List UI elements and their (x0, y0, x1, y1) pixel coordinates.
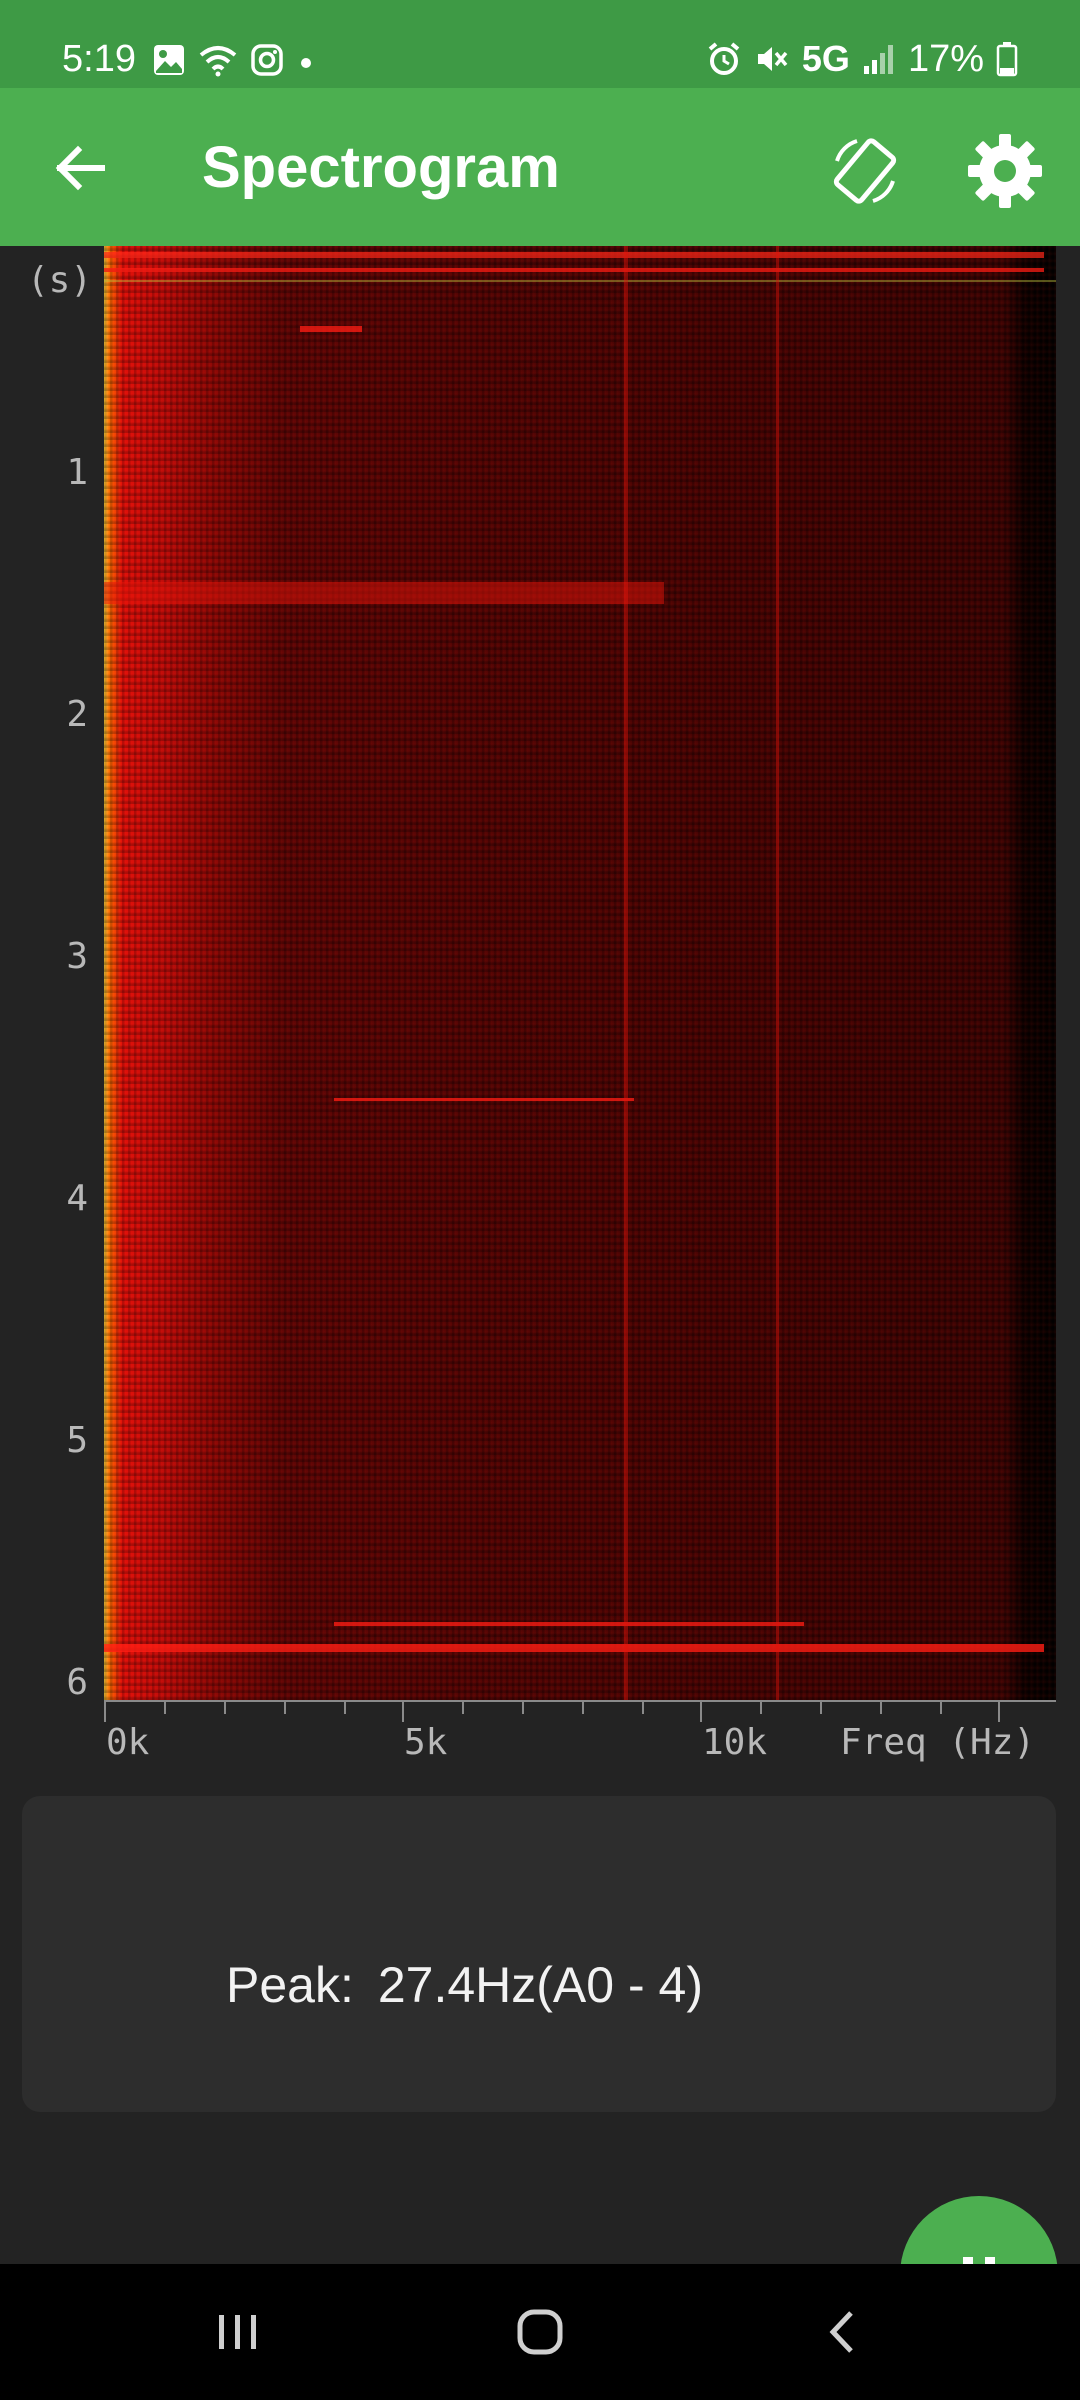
wifi-icon (199, 46, 237, 77)
peak-label: Peak: (226, 1957, 354, 2013)
battery-percent: 17% (907, 38, 984, 80)
freq-tick (998, 1700, 1000, 1722)
freq-tick (284, 1700, 286, 1714)
freq-tick (642, 1700, 644, 1714)
gallery-icon (154, 45, 184, 75)
spectral-band (104, 1644, 1044, 1652)
time-label-4: 4 (66, 1178, 88, 1219)
freq-tick (522, 1700, 524, 1714)
back-arrow-icon (55, 145, 105, 191)
spectrogram-view[interactable] (104, 246, 1056, 1700)
status-right: 5G 17% (706, 34, 1018, 84)
home-button[interactable] (490, 2292, 590, 2372)
spectral-band (300, 326, 362, 332)
time-label-3: 3 (66, 936, 88, 977)
cursor-line (104, 280, 1056, 282)
screen-rotate-icon (833, 138, 897, 204)
system-nav-bar (0, 2264, 1080, 2400)
recents-icon (219, 2315, 256, 2349)
page-title: Spectrogram (202, 135, 560, 200)
freq-tick (104, 1700, 106, 1722)
frequency-axis-line (104, 1700, 1056, 1702)
alarm-icon (708, 42, 740, 75)
freq-axis-label: Freq (Hz) (840, 1722, 1036, 1763)
spectral-band (104, 582, 664, 604)
time-label-2: 2 (66, 694, 88, 735)
peak-readout: Peak: 27.4Hz(A0 - 4) (226, 1956, 703, 2014)
time-label-6: 6 (66, 1662, 88, 1703)
freq-tick (820, 1700, 822, 1714)
frequency-axis: 0k 5k 10k Freq (Hz) (104, 1700, 1056, 1780)
freq-tick (224, 1700, 226, 1714)
time-label-5: 5 (66, 1420, 88, 1461)
freq-label-5k: 5k (404, 1722, 448, 1763)
status-bar: 5:19 5G 17% (0, 0, 1080, 88)
freq-tick (760, 1700, 762, 1714)
status-left-icons (152, 40, 316, 80)
freq-label-10k: 10k (702, 1722, 768, 1763)
home-icon (517, 2309, 563, 2355)
spectral-band (104, 252, 1044, 258)
time-label-1: 1 (66, 452, 88, 493)
peak-info-panel: Peak: 27.4Hz(A0 - 4) (22, 1796, 1056, 2112)
freq-tick (462, 1700, 464, 1714)
freq-tick (700, 1700, 702, 1722)
instagram-icon (251, 44, 283, 76)
spectral-line (776, 246, 779, 1700)
spectral-band (334, 1098, 634, 1101)
battery-icon (996, 42, 1018, 77)
peak-value: 27.4Hz(A0 - 4) (377, 1957, 703, 2013)
gear-icon (968, 134, 1042, 208)
mute-icon (757, 47, 788, 71)
freq-tick (344, 1700, 346, 1714)
app-screen: 5:19 5G 17% Spectrogram (s) 1 2 3 4 5 6 … (0, 0, 1080, 2400)
freq-tick (940, 1700, 942, 1714)
freq-tick (402, 1700, 404, 1722)
status-time: 5:19 (62, 38, 136, 80)
spectral-band (104, 268, 1044, 272)
freq-tick (164, 1700, 166, 1714)
spectral-band (334, 1622, 804, 1626)
network-type: 5G (801, 38, 850, 79)
time-axis-unit: (s) (26, 260, 92, 301)
time-axis: (s) 1 2 3 4 5 6 (0, 246, 108, 1703)
dot-icon (301, 58, 311, 68)
freq-tick (880, 1700, 882, 1714)
recents-button[interactable] (188, 2292, 288, 2372)
back-button[interactable] (40, 128, 120, 208)
app-bar: Spectrogram (0, 88, 1080, 246)
nav-back-button[interactable] (792, 2292, 892, 2372)
freq-tick (582, 1700, 584, 1714)
back-icon (829, 2311, 853, 2353)
rotate-screen-button[interactable] (820, 126, 910, 216)
settings-button[interactable] (960, 126, 1050, 216)
spectrogram-texture (104, 246, 1056, 1700)
spectral-line (624, 246, 628, 1700)
freq-label-0k: 0k (106, 1722, 150, 1763)
signal-icon (863, 45, 893, 74)
